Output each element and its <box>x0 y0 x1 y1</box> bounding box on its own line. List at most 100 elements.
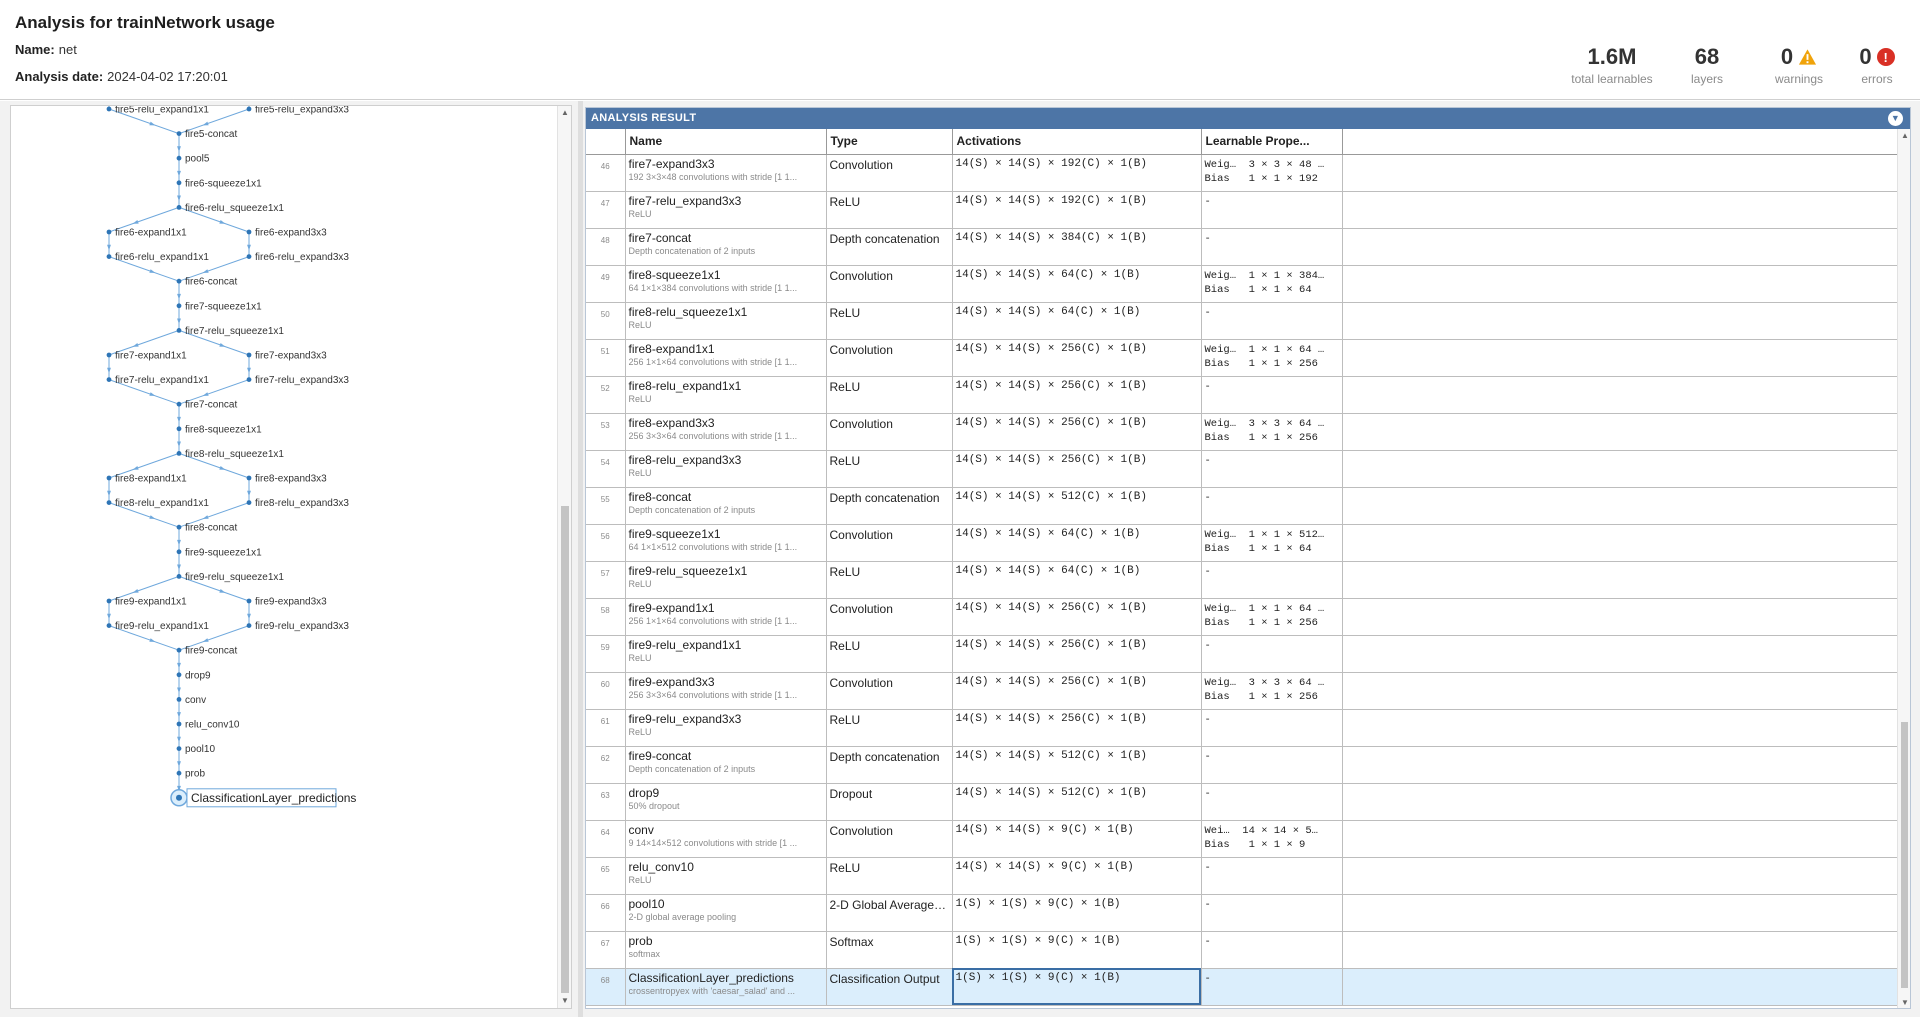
graph-node[interactable] <box>106 106 112 112</box>
table-scrollbar-thumb[interactable] <box>1901 722 1908 988</box>
graph-node[interactable] <box>246 598 252 604</box>
graph-node-label[interactable]: fire7-relu_expand1x1 <box>115 375 209 386</box>
graph-node-label[interactable]: fire6-squeeze1x1 <box>185 178 262 189</box>
graph-node[interactable] <box>176 155 182 161</box>
stat-warnings[interactable]: 0 warnings <box>1768 44 1830 86</box>
table-row[interactable]: 63 drop9 50% dropout Dropout 14(S) × 14(S) ×… <box>586 783 1898 821</box>
graph-node-label[interactable]: fire7-relu_expand3x3 <box>255 375 349 386</box>
graph-node[interactable] <box>176 328 182 333</box>
table-row[interactable]: 54 fire8-relu_expand3x3 ReLU ReLU 14(S) × 14… <box>586 450 1898 488</box>
graph-node-label[interactable]: fire9-squeeze1x1 <box>185 547 262 558</box>
table-row[interactable]: 59 fire9-relu_expand1x1 ReLU ReLU 14(S) × 14… <box>586 635 1898 673</box>
graph-node-label[interactable]: fire9-relu_squeeze1x1 <box>185 572 284 583</box>
graph-scrollbar[interactable]: ▲ ▼ <box>557 106 571 1008</box>
graph-node[interactable] <box>106 254 112 259</box>
table-row[interactable]: 50 fire8-relu_squeeze1x1 ReLU ReLU 14(S) × 1… <box>586 302 1898 340</box>
graph-node[interactable] <box>106 623 112 628</box>
table-row[interactable]: 65 relu_conv10 ReLU ReLU 14(S) × 14(S) × 9(C… <box>586 857 1898 895</box>
graph-node-label[interactable]: fire7-concat <box>185 400 237 411</box>
table-row[interactable]: 55 fire8-concat Depth concatenation of 2 i… <box>586 487 1898 525</box>
network-graph[interactable]: fire5-relu_expand1x1 fire5-relu_expand3x3… <box>11 106 559 1009</box>
table-row[interactable]: 47 fire7-relu_expand3x3 ReLU ReLU 14(S) × 14… <box>586 191 1898 229</box>
column-header-type[interactable]: Type <box>826 129 953 155</box>
table-row[interactable]: 60 fire9-expand3x3 256 3×3×64 convolutions… <box>586 672 1898 710</box>
graph-node-label[interactable]: fire8-relu_expand3x3 <box>255 498 349 509</box>
graph-node-label[interactable]: fire5-relu_expand3x3 <box>255 106 349 116</box>
graph-node-label[interactable]: fire8-relu_expand1x1 <box>115 498 209 509</box>
table-scroll-up-icon[interactable]: ▲ <box>1900 131 1910 141</box>
graph-node[interactable] <box>246 623 252 628</box>
graph-node[interactable] <box>246 229 252 235</box>
panel-splitter[interactable] <box>578 101 583 1017</box>
graph-node[interactable] <box>246 377 252 382</box>
graph-node[interactable] <box>176 794 182 801</box>
graph-node[interactable] <box>176 205 182 210</box>
graph-node[interactable] <box>176 426 182 432</box>
graph-node[interactable] <box>176 401 182 407</box>
graph-node[interactable] <box>176 721 182 727</box>
graph-node-label[interactable]: fire6-relu_squeeze1x1 <box>185 203 284 214</box>
table-row[interactable]: 52 fire8-relu_expand1x1 ReLU ReLU 14(S) × 14… <box>586 376 1898 414</box>
graph-node-label[interactable]: fire9-expand3x3 <box>255 597 327 608</box>
graph-node-label[interactable]: fire9-expand1x1 <box>115 597 187 608</box>
graph-node[interactable] <box>176 451 182 456</box>
table-row[interactable]: 68 ClassificationLayer_predictions crossen… <box>586 968 1898 1006</box>
scroll-down-icon[interactable]: ▼ <box>560 996 570 1006</box>
table-row[interactable]: 64 conv 9 14×14×512 convolutions with stri… <box>586 820 1898 858</box>
graph-node-label[interactable]: drop9 <box>185 670 211 681</box>
table-row[interactable]: 48 fire7-concat Depth concatenation of 2 i… <box>586 228 1898 266</box>
graph-node-label[interactable]: fire9-relu_expand1x1 <box>115 621 209 632</box>
table-scrollbar[interactable]: ▲ ▼ <box>1897 129 1910 1008</box>
graph-node[interactable] <box>176 697 182 702</box>
graph-node-label[interactable]: fire9-concat <box>185 646 237 657</box>
graph-node[interactable] <box>176 746 182 751</box>
graph-node-label[interactable]: fire6-relu_expand3x3 <box>255 252 349 263</box>
graph-scrollbar-thumb[interactable] <box>561 506 569 993</box>
graph-node[interactable] <box>246 254 252 259</box>
graph-node[interactable] <box>246 500 252 505</box>
graph-node-label[interactable]: pool5 <box>185 154 210 165</box>
graph-node-label[interactable]: relu_conv10 <box>185 720 240 731</box>
table-row[interactable]: 57 fire9-relu_squeeze1x1 ReLU ReLU 14(S) × 1… <box>586 561 1898 599</box>
graph-node-label[interactable]: fire5-concat <box>185 129 237 140</box>
graph-node[interactable] <box>246 475 252 481</box>
column-header-name[interactable]: Name <box>625 129 827 155</box>
graph-node-label[interactable]: fire6-expand3x3 <box>255 228 327 239</box>
graph-node[interactable] <box>246 352 252 358</box>
table-row[interactable]: 58 fire9-expand1x1 256 1×1×64 convolutions… <box>586 598 1898 636</box>
graph-node-label[interactable]: fire5-relu_expand1x1 <box>115 106 209 116</box>
graph-node[interactable] <box>176 574 182 579</box>
graph-node[interactable] <box>246 106 252 112</box>
network-graph-panel[interactable]: fire5-relu_expand1x1 fire5-relu_expand3x3… <box>10 105 572 1009</box>
table-row[interactable]: 67 prob softmax Softmax 1(S) × 1(S) × 9(C) ×… <box>586 931 1898 969</box>
table-scroll-down-icon[interactable]: ▼ <box>1900 998 1910 1008</box>
graph-node-label[interactable]: fire8-concat <box>185 523 237 534</box>
graph-node-label[interactable]: fire8-expand3x3 <box>255 474 327 485</box>
table-row[interactable]: 51 fire8-expand1x1 256 1×1×64 convolutions… <box>586 339 1898 377</box>
collapse-chevron-icon[interactable]: ▼ <box>1888 111 1903 126</box>
table-row[interactable]: 46 fire7-expand3x3 192 3×3×48 convolutions… <box>586 154 1898 192</box>
graph-node-label[interactable]: pool10 <box>185 744 215 755</box>
graph-node[interactable] <box>106 352 112 358</box>
table-row[interactable]: 49 fire8-squeeze1x1 64 1×1×384 convolution… <box>586 265 1898 303</box>
graph-node-label[interactable]: fire6-concat <box>185 277 237 288</box>
scroll-up-icon[interactable]: ▲ <box>560 108 570 118</box>
table-row[interactable]: 62 fire9-concat Depth concatenation of 2 i… <box>586 746 1898 784</box>
graph-node-label[interactable]: ClassificationLayer_predictions <box>191 791 356 805</box>
graph-node-label[interactable]: prob <box>185 769 205 780</box>
graph-node[interactable] <box>106 475 112 481</box>
graph-node[interactable] <box>176 524 182 530</box>
graph-node[interactable] <box>176 549 182 555</box>
graph-node[interactable] <box>176 303 182 309</box>
column-header-index[interactable] <box>586 129 626 155</box>
graph-node-label[interactable]: fire7-expand1x1 <box>115 351 187 362</box>
table-row[interactable]: 66 pool10 2-D global average pooling 2-D Gl… <box>586 894 1898 932</box>
graph-node-label[interactable]: fire9-relu_expand3x3 <box>255 621 349 632</box>
graph-node[interactable] <box>106 598 112 604</box>
table-row[interactable]: 61 fire9-relu_expand3x3 ReLU ReLU 14(S) × 14… <box>586 709 1898 747</box>
graph-node-label[interactable]: fire7-relu_squeeze1x1 <box>185 326 284 337</box>
graph-node[interactable] <box>106 229 112 235</box>
graph-node-label[interactable]: fire8-expand1x1 <box>115 474 187 485</box>
stat-errors[interactable]: 0 ! errors <box>1852 44 1902 86</box>
graph-node[interactable] <box>176 278 182 284</box>
